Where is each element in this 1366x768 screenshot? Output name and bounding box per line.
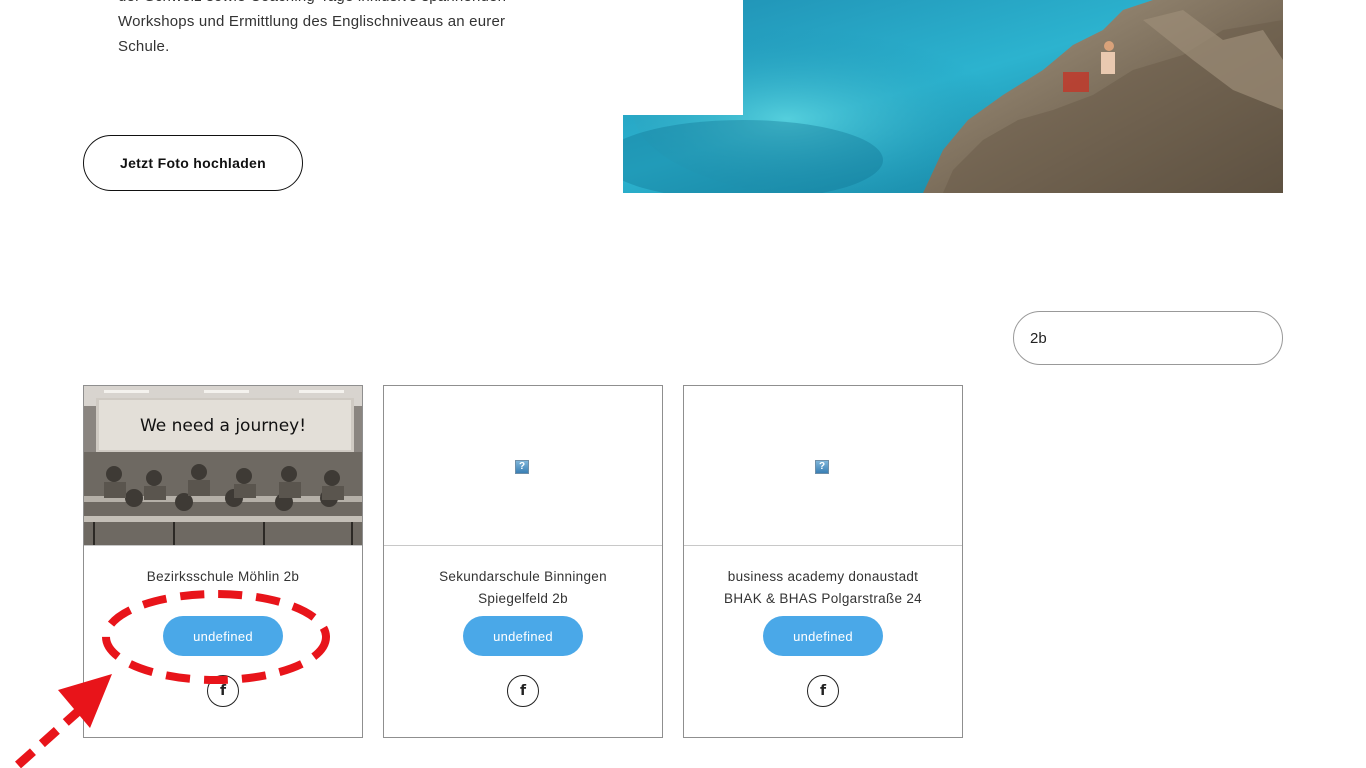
broken-image-icon: ? [815,460,829,474]
class-photo-placeholder: ? [384,386,662,546]
facebook-icon[interactable]: f [207,675,239,707]
class-photo-caption: We need a journey! [140,416,306,436]
class-photo-placeholder: ? [684,386,962,546]
school-card: ? Sekundarschule Binningen Spiegelfeld 2… [383,385,663,738]
school-name-line: Bezirksschule Möhlin 2b [146,569,300,584]
school-name-line: BHAK & BHAS Polgarstraße 24 [724,591,922,606]
vote-button[interactable]: undefined [763,616,883,656]
school-name: Sekundarschule Binningen Spiegelfeld 2b [404,566,642,610]
upload-photo-button[interactable]: Jetzt Foto hochladen [83,135,303,191]
intro-line: Workshops und Ermittlung des Englischniv… [118,13,506,30]
facebook-icon[interactable]: f [507,675,539,707]
facebook-icon[interactable]: f [807,675,839,707]
class-photo: We need a journey! [84,386,362,546]
intro-line: Schule. [118,38,170,55]
school-name: business academy donaustadt BHAK & BHAS … [704,566,942,610]
vote-button[interactable]: undefined [163,616,283,656]
school-name-line: Sekundarschule Binningen [439,569,607,584]
school-name-line: Spiegelfeld 2b [478,591,568,606]
search-input[interactable] [1013,311,1283,365]
school-name: Bezirksschule Möhlin 2b [104,566,342,588]
vote-button[interactable]: undefined [463,616,583,656]
class-photo-illustration: We need a journey! [84,386,362,545]
school-card: We need a journey! Bezirksschule Möhlin … [83,385,363,738]
school-card: ? business academy donaustadt BHAK & BHA… [683,385,963,738]
intro-paragraph: der Schweiz sowie Coaching-Tage inklusiv… [118,0,548,59]
school-name-line: business academy donaustadt [727,569,919,584]
hero-photo-cutout [623,0,743,115]
intro-line: der Schweiz sowie Coaching-Tage inklusiv… [118,0,548,9]
broken-image-icon: ? [515,460,529,474]
annotation-arrow-shaft [15,704,85,768]
